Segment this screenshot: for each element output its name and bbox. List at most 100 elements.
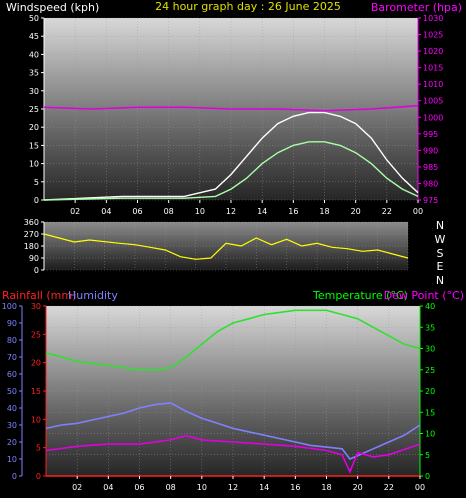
- baro-axis-tick-label: 1020: [423, 47, 443, 56]
- humidity-axis-tick-label: 100: [2, 302, 17, 311]
- baro-axis-tick-label: 1005: [423, 97, 443, 106]
- temperature-axis-tick-label: 35: [425, 323, 435, 332]
- humidity-axis-tick-label: 90: [7, 319, 17, 328]
- dewpoint-label: Dew Point (°C): [384, 289, 464, 302]
- baro-axis-tick-label: 1015: [423, 64, 443, 73]
- time-tick-label: 02: [70, 207, 80, 216]
- graph-title: 24 hour graph day : 26 June 2025: [155, 0, 341, 13]
- temperature-axis-tick-label: 5: [425, 451, 430, 460]
- direction-axis-tick-label: 180: [24, 242, 39, 251]
- temperature-axis-tick-label: 15: [425, 408, 435, 417]
- temperature-axis-tick-label: 40: [425, 302, 435, 311]
- time-tick-label: 04: [101, 207, 111, 216]
- direction-axis-tick-label: 0: [34, 266, 39, 275]
- time-tick-label: 14: [257, 207, 267, 216]
- compass-labels: N W S E N: [435, 219, 446, 287]
- rainfall-label: Rainfall (mm): [2, 289, 76, 302]
- wind-axis-tick-label: 10: [29, 160, 39, 169]
- direction-axis-tick-label: 270: [24, 230, 39, 239]
- compass-e: E: [437, 260, 444, 273]
- temperature-axis: 0 5 10 15 20 25 30 35 40: [419, 302, 435, 481]
- rainfall-axis: 0 5 10 15 20 25 30: [31, 302, 47, 481]
- baro-axis-tick-label: 975: [423, 196, 438, 205]
- time-tick-label: 20: [353, 483, 363, 492]
- rainfall-axis-tick-label: 30: [31, 302, 41, 311]
- direction-axis-tick-label: 90: [29, 254, 39, 263]
- time-tick-label: 12: [226, 207, 236, 216]
- rainfall-axis-tick-label: 25: [31, 330, 41, 339]
- time-tick-label: 06: [134, 483, 144, 492]
- baro-axis-tick-label: 1010: [423, 80, 443, 89]
- compass-s: S: [437, 247, 444, 260]
- direction-axis-tick-label: 360: [24, 218, 39, 227]
- time-tick-label: 02: [72, 483, 82, 492]
- temperature-axis-tick-label: 20: [425, 387, 435, 396]
- barometer-axis-label: Barometer (hpa): [371, 1, 462, 14]
- humidity-axis-tick-label: 30: [7, 421, 17, 430]
- barometer-right-axis: 975 980 985 990 995 1000 1005 1010 1015 1020 1025 1…: [417, 14, 443, 205]
- time-tick-label: 08: [166, 483, 176, 492]
- baro-axis-tick-label: 995: [423, 130, 438, 139]
- temperature-axis-tick-label: 10: [425, 430, 435, 439]
- compass-n-bottom: N: [436, 274, 444, 287]
- rainfall-axis-tick-label: 10: [31, 415, 41, 424]
- baro-axis-tick-label: 980: [423, 179, 438, 188]
- humidity-axis-tick-label: 70: [7, 353, 17, 362]
- humidity-label: Humidity: [68, 289, 118, 302]
- baro-axis-tick-label: 985: [423, 163, 438, 172]
- wind-axis-tick-label: 50: [29, 14, 39, 23]
- temperature-axis-tick-label: 0: [425, 472, 430, 481]
- wind-axis-tick-label: 40: [29, 50, 39, 59]
- baro-axis-tick-label: 1025: [423, 31, 443, 40]
- temperature-axis-tick-label: 25: [425, 366, 435, 375]
- time-tick-label: 12: [228, 483, 238, 492]
- humidity-axis-tick-label: 10: [7, 455, 17, 464]
- wind-axis-tick-label: 25: [29, 105, 39, 114]
- time-tick-label: 00: [413, 207, 423, 216]
- wind-axis-tick-label: 5: [34, 178, 39, 187]
- humidity-axis-tick-label: 80: [7, 336, 17, 345]
- time-tick-label: 22: [382, 207, 392, 216]
- humidity-axis: 0 10 20 30 40 50 60 70 80 90 100: [2, 302, 23, 481]
- time-tick-label: 08: [164, 207, 174, 216]
- time-tick-label: 00: [415, 483, 425, 492]
- temp-time-axis: 02 04 06 08 10 12 14 16 18 20 22 00: [72, 476, 425, 492]
- wind-axis-tick-label: 35: [29, 69, 39, 78]
- time-tick-label: 16: [290, 483, 300, 492]
- time-tick-label: 18: [321, 483, 331, 492]
- time-tick-label: 14: [259, 483, 269, 492]
- weather-graph: Windspeed (kph) 24 hour graph day : 26 J…: [2, 0, 464, 492]
- wind-left-axis: 0 5 10 15 20 25 30 35 40 45 50: [29, 14, 45, 205]
- time-tick-label: 20: [351, 207, 361, 216]
- wind-axis-tick-label: 30: [29, 87, 39, 96]
- compass-n-top: N: [436, 219, 444, 232]
- time-tick-label: 18: [319, 207, 329, 216]
- wind-axis-tick-label: 0: [34, 196, 39, 205]
- time-tick-label: 16: [288, 207, 298, 216]
- humidity-axis-tick-label: 60: [7, 370, 17, 379]
- time-tick-label: 22: [384, 483, 394, 492]
- baro-axis-tick-label: 1000: [423, 113, 443, 122]
- time-tick-label: 04: [103, 483, 113, 492]
- rainfall-axis-tick-label: 0: [36, 472, 41, 481]
- baro-axis-tick-label: 1030: [423, 14, 443, 23]
- time-tick-label: 10: [195, 207, 205, 216]
- wind-axis-tick-label: 20: [29, 123, 39, 132]
- wind-axis-tick-label: 15: [29, 141, 39, 150]
- rainfall-axis-tick-label: 5: [36, 444, 41, 453]
- humidity-axis-tick-label: 0: [12, 472, 17, 481]
- temperature-axis-tick-label: 30: [425, 345, 435, 354]
- time-tick-label: 10: [197, 483, 207, 492]
- compass-w: W: [435, 233, 446, 246]
- rainfall-axis-tick-label: 15: [31, 387, 41, 396]
- direction-left-axis: 0 90 180 270 360: [24, 218, 45, 275]
- rainfall-axis-tick-label: 20: [31, 359, 41, 368]
- wind-axis-tick-label: 45: [29, 32, 39, 41]
- humidity-axis-tick-label: 50: [7, 387, 17, 396]
- baro-axis-tick-label: 990: [423, 146, 438, 155]
- windspeed-axis-label: Windspeed (kph): [6, 1, 99, 14]
- time-tick-label: 06: [132, 207, 142, 216]
- wind-time-axis: 02 04 06 08 10 12 14 16 18 20 22 00: [70, 200, 423, 216]
- humidity-axis-tick-label: 40: [7, 404, 17, 413]
- humidity-axis-tick-label: 20: [7, 438, 17, 447]
